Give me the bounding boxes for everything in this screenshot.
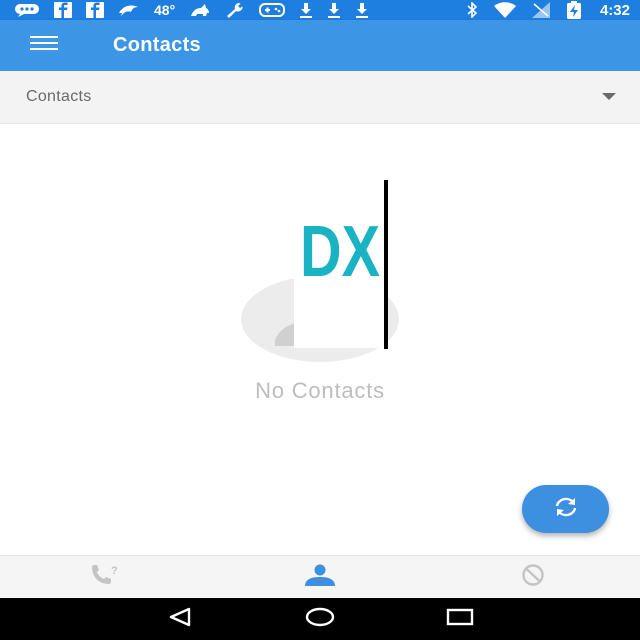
back-icon <box>167 607 193 632</box>
phone-question-icon: ? <box>89 564 125 591</box>
wrench-icon <box>225 0 245 20</box>
pet-icon <box>189 0 211 20</box>
download-icon <box>299 0 313 20</box>
no-signal-icon <box>531 0 550 20</box>
clock-text: 4:32 <box>599 1 630 19</box>
wifi-icon <box>493 0 516 20</box>
filter-selected-value: Contacts <box>26 88 92 105</box>
tab-blocked[interactable] <box>427 556 640 598</box>
back-button[interactable] <box>150 598 210 640</box>
dx-overlay-text: DX <box>300 212 380 292</box>
sync-icon <box>551 496 581 523</box>
status-bar-notifications: 48° <box>14 0 369 20</box>
empty-state-message: No Contacts <box>255 378 385 403</box>
facebook-icon <box>54 0 72 20</box>
gamepad-icon <box>259 0 286 20</box>
page-title: Contacts <box>113 34 201 56</box>
overlay-divider <box>384 180 388 349</box>
recents-icon <box>446 607 474 632</box>
app-bar: Contacts <box>0 20 640 71</box>
battery-charging-icon <box>566 0 582 20</box>
chat-bubble-icon <box>14 0 40 20</box>
recents-button[interactable] <box>430 598 490 640</box>
menu-button[interactable] <box>0 20 88 71</box>
system-navigation-bar <box>0 598 640 640</box>
tab-contacts[interactable] <box>213 556 426 598</box>
hamburger-menu-icon <box>30 36 58 55</box>
download-icon <box>355 0 369 20</box>
block-icon <box>515 563 551 591</box>
status-bar: 48° 4:32 <box>0 0 640 20</box>
temperature-text: 48° <box>154 2 176 18</box>
dx-overlay-image: DX <box>294 180 386 348</box>
contacts-filter-dropdown[interactable]: Contacts <box>0 71 640 124</box>
home-icon <box>305 607 335 632</box>
tab-unknown-calls[interactable]: ? <box>0 556 213 598</box>
sync-button[interactable] <box>522 485 609 533</box>
bottom-tab-bar: ? <box>0 555 640 598</box>
bluetooth-icon <box>466 0 478 20</box>
download-icon <box>327 0 341 20</box>
facebook-icon <box>86 0 104 20</box>
status-bar-system: 4:32 <box>466 0 630 20</box>
dolphin-icon <box>118 0 140 20</box>
dropdown-arrow-icon <box>602 88 616 106</box>
person-icon <box>302 564 338 591</box>
svg-text:?: ? <box>111 565 118 577</box>
home-button[interactable] <box>290 598 350 640</box>
